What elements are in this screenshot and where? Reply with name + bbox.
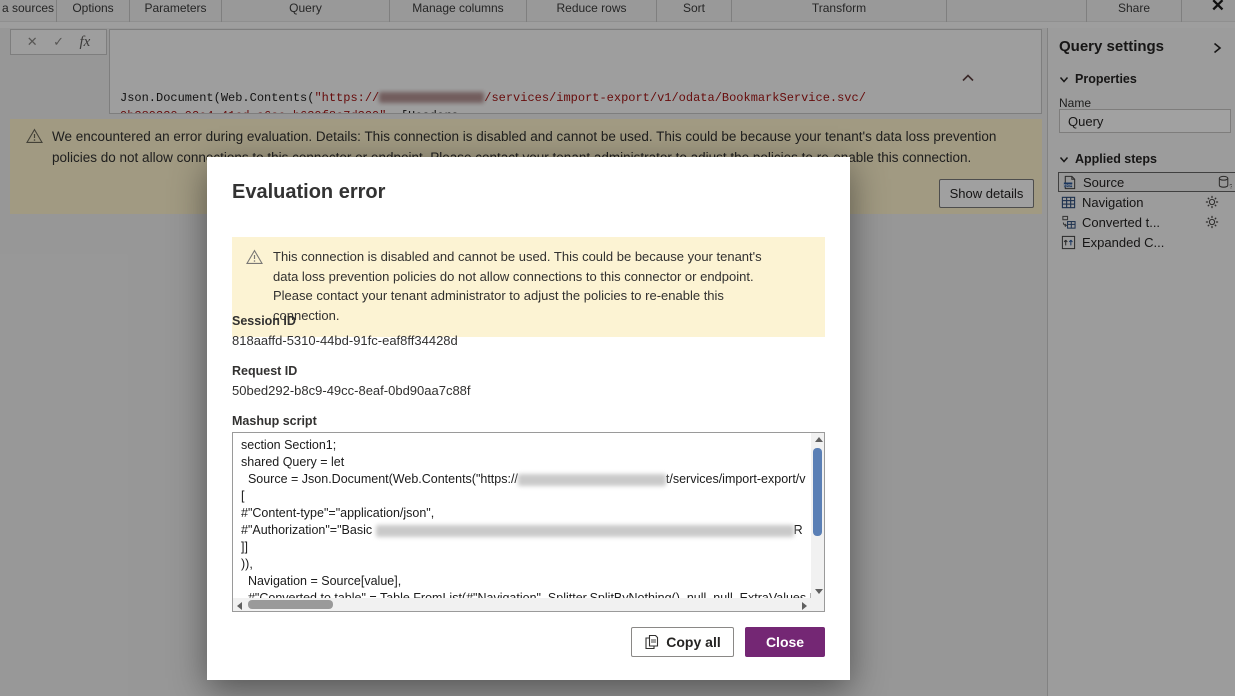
code-text: section Section1;	[241, 438, 336, 452]
request-id-label: Request ID	[232, 364, 297, 378]
scroll-up-icon[interactable]	[815, 437, 823, 442]
script-line: #"Content-type"="application/json",	[241, 505, 807, 522]
script-line: #"Converted to table" = Table.FromList(#…	[241, 590, 807, 598]
script-line: shared Query = let	[241, 454, 807, 471]
script-line: #"Authorization"="Basic R	[241, 522, 807, 539]
script-line: Navigation = Source[value],	[241, 573, 807, 590]
mashup-script-content: section Section1; shared Query = let Sour…	[233, 433, 811, 598]
scrollbar-corner	[811, 598, 824, 611]
script-line: )),	[241, 556, 807, 573]
code-text: t/services/import-export/v	[666, 472, 806, 486]
scroll-down-icon[interactable]	[815, 589, 823, 594]
code-text: )),	[241, 557, 253, 571]
copy-icon	[644, 634, 659, 650]
code-text: Source = Json.Document(Web.Contents("htt…	[241, 472, 518, 486]
scroll-right-icon[interactable]	[802, 602, 807, 610]
code-text: #"Converted to table" = Table.FromList(#…	[241, 591, 811, 598]
code-text: R	[794, 523, 803, 537]
code-text: ]]	[241, 540, 248, 554]
dialog-title: Evaluation error	[232, 181, 385, 204]
dialog-warning-box: This connection is disabled and cannot b…	[232, 237, 825, 337]
code-text: #"Authorization"="Basic	[241, 523, 376, 537]
code-text: [	[241, 489, 244, 503]
power-query-editor: a sourcesOptionsParametersQueryManage co…	[0, 0, 1235, 696]
evaluation-error-dialog: Evaluation error This connection is disa…	[207, 157, 850, 680]
copy-all-button[interactable]: Copy all	[631, 627, 734, 657]
script-line: [	[241, 488, 807, 505]
horizontal-scroll-thumb[interactable]	[248, 600, 333, 609]
horizontal-scrollbar[interactable]	[233, 598, 811, 611]
vertical-scroll-thumb[interactable]	[813, 448, 822, 536]
scroll-left-icon[interactable]	[237, 602, 242, 610]
vertical-scrollbar[interactable]	[811, 433, 824, 598]
mashup-script-label: Mashup script	[232, 414, 317, 428]
dialog-footer: Copy all Close	[631, 627, 825, 657]
code-text: #"Content-type"="application/json",	[241, 506, 434, 520]
script-line: section Section1;	[241, 437, 807, 454]
code-text: Navigation = Source[value],	[241, 574, 401, 588]
redacted-text	[376, 525, 794, 537]
mashup-script-box[interactable]: section Section1; shared Query = let Sour…	[232, 432, 825, 612]
script-line: Source = Json.Document(Web.Contents("htt…	[241, 471, 807, 488]
copy-all-label: Copy all	[666, 634, 720, 650]
script-line: ]]	[241, 539, 807, 556]
session-id-label: Session ID	[232, 314, 296, 328]
close-button[interactable]: Close	[745, 627, 825, 657]
code-text: shared Query = let	[241, 455, 344, 469]
request-id-value: 50bed292-b8c9-49cc-8eaf-0bd90aa7c88f	[232, 383, 471, 398]
redacted-text	[518, 474, 666, 486]
session-id-value: 818aaffd-5310-44bd-91fc-eaf8ff34428d	[232, 333, 458, 348]
dialog-warning-text: This connection is disabled and cannot b…	[273, 247, 783, 325]
